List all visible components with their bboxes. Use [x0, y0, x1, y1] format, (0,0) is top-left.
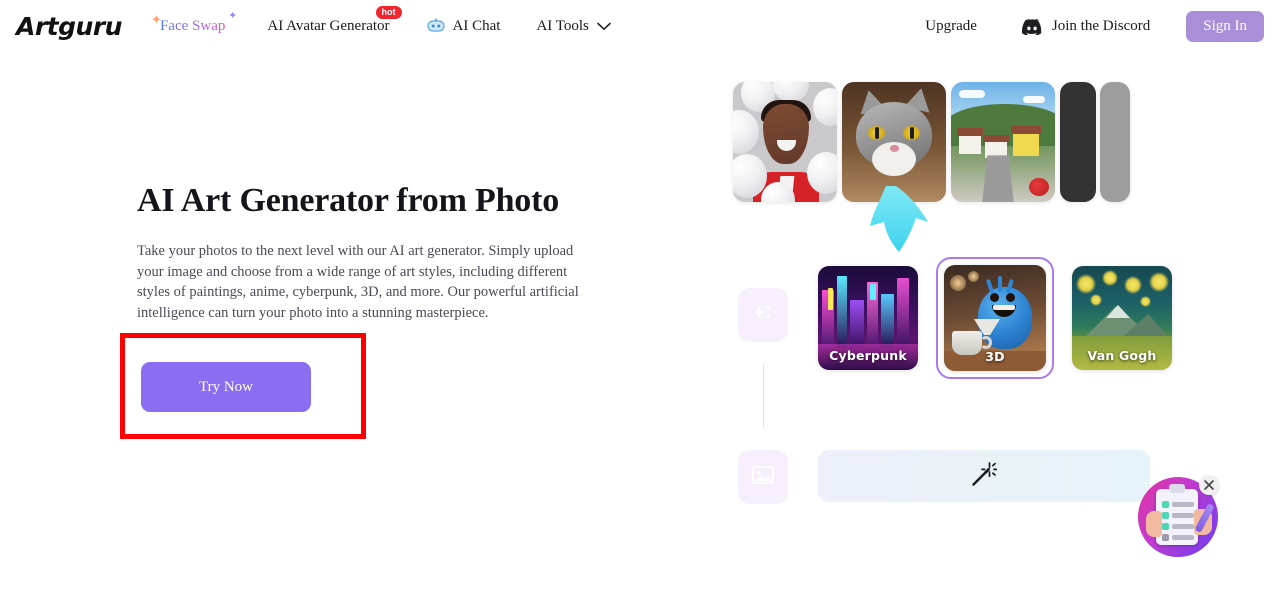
clipboard-icon: [1156, 484, 1198, 545]
man-with-balloons-photo[interactable]: [733, 82, 837, 202]
style-card-3d-selected-ring[interactable]: 3D: [936, 257, 1054, 379]
nav-links: ✦ Face Swap ✦ AI Avatar Generator hot AI…: [151, 5, 647, 35]
style-card-cyberpunk[interactable]: Cyberpunk: [818, 266, 918, 370]
image-rail-button[interactable]: [738, 450, 788, 504]
chevron-down-icon: [597, 22, 611, 31]
magic-wand-icon: [971, 461, 998, 492]
thumbnail-row: [733, 82, 1130, 202]
try-now-button[interactable]: Try Now: [141, 362, 311, 412]
page-title: AI Art Generator from Photo: [137, 182, 560, 219]
style-card-van-gogh-label: Van Gogh: [1087, 348, 1157, 363]
hot-badge: hot: [375, 5, 402, 20]
arrow-down-icon: [868, 186, 930, 252]
nav-item-ai-avatar-generator-label: AI Avatar Generator: [267, 17, 390, 34]
close-icon[interactable]: [1199, 475, 1219, 495]
nav-item-ai-chat[interactable]: AI Chat: [426, 17, 501, 35]
rail-connector-line: [763, 364, 764, 428]
style-card-cyberpunk-label: Cyberpunk: [829, 348, 907, 363]
nav-item-ai-tools[interactable]: AI Tools: [536, 17, 611, 35]
sparkle-icon-2: ✦: [228, 9, 238, 22]
image-icon: [750, 463, 776, 492]
cta-highlight-box: Try Now: [120, 333, 366, 439]
nav-item-face-swap-label: Face Swap: [159, 17, 226, 34]
hero-section: AI Art Generator from Photo Take your ph…: [137, 182, 607, 323]
chat-robot-icon: [426, 18, 446, 34]
nav-item-ai-avatar-generator[interactable]: AI Avatar Generator hot: [267, 5, 402, 35]
hand-left: [1146, 511, 1162, 537]
sparkle-icon: ✦: [150, 11, 162, 27]
nav-item-ai-tools-label: AI Tools: [536, 17, 589, 34]
dark-placeholder-card[interactable]: [1060, 82, 1096, 202]
style-card-3d[interactable]: 3D: [944, 265, 1046, 371]
style-card-3d-label: 3D: [985, 349, 1005, 364]
page-root: Artguru ✦ Face Swap ✦ AI Avatar Generato…: [0, 0, 1280, 599]
sparkles-rail-button[interactable]: [738, 288, 788, 342]
nav-item-face-swap[interactable]: ✦ Face Swap ✦: [151, 10, 237, 35]
generate-prompt-bar[interactable]: [818, 450, 1150, 502]
hero-description: Take your photos to the next level with …: [137, 243, 579, 321]
gray-placeholder-card[interactable]: [1100, 82, 1130, 202]
brand-logo[interactable]: Artguru: [16, 12, 122, 41]
town-landscape-photo[interactable]: [951, 82, 1055, 202]
style-card-van-gogh[interactable]: Van Gogh: [1072, 266, 1172, 370]
sparkles-icon: [751, 301, 775, 330]
cat-photo[interactable]: [842, 82, 946, 202]
style-card-row: Cyberpunk 3D Van Gogh: [818, 257, 1190, 379]
nav-item-ai-chat-label: AI Chat: [452, 17, 501, 34]
